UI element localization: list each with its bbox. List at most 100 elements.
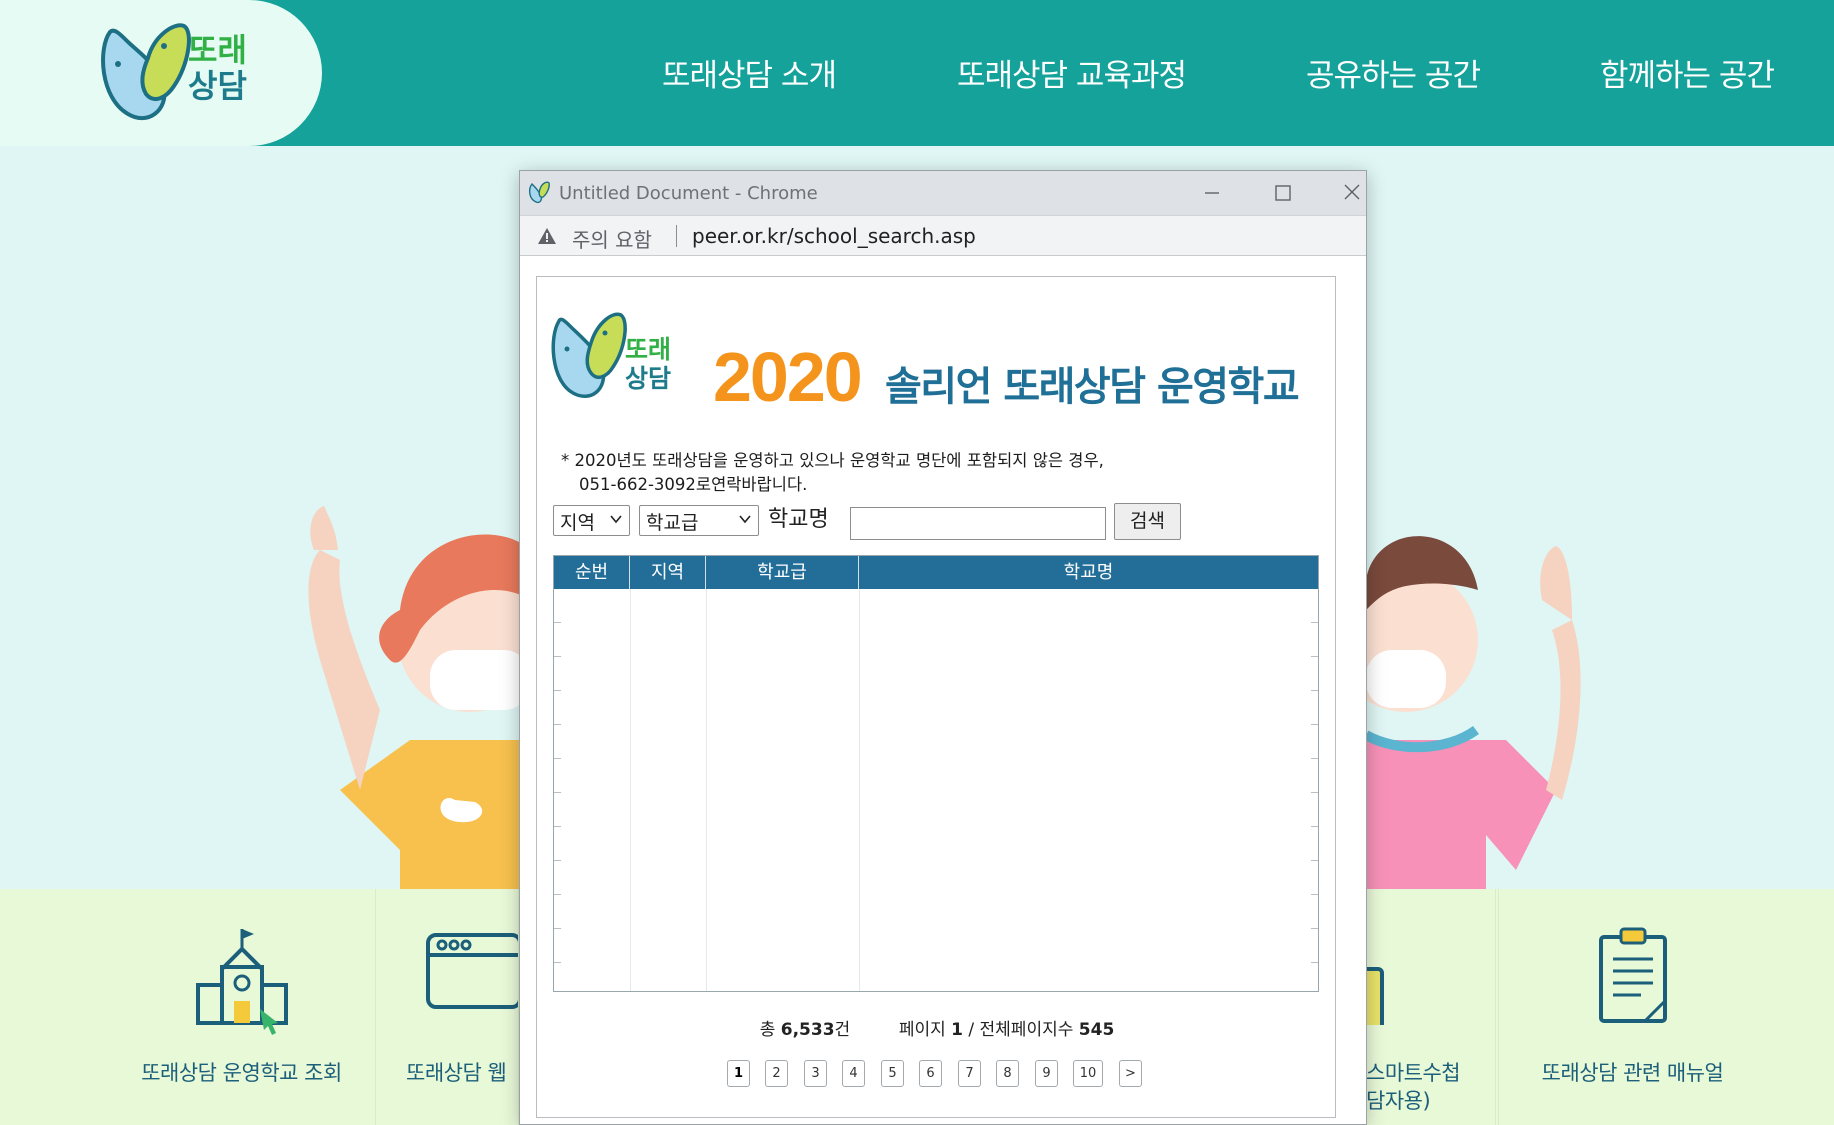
maximize-icon bbox=[1275, 185, 1291, 201]
school-search-popup-window: Untitled Document - Chrome 주의 요함 peer.or… bbox=[519, 170, 1367, 1125]
row-tick bbox=[554, 724, 561, 725]
quick-link-web[interactable]: 또래상담 웹 bbox=[376, 889, 519, 1125]
app-logo-icon bbox=[528, 181, 550, 204]
page-button-8[interactable]: 8 bbox=[996, 1060, 1019, 1087]
result-stats: 총 6,533건 페이지 1 / 전체페이지수 545 bbox=[537, 1015, 1337, 1040]
quick-link-label: 또래상담 웹 bbox=[406, 1061, 507, 1085]
nav-together-space[interactable]: 함께하는 공간 bbox=[1600, 50, 1775, 95]
logo-area: 또래 상담 bbox=[0, 0, 322, 146]
page-label: 페이지 bbox=[898, 1020, 946, 1040]
minimize-icon bbox=[1205, 192, 1219, 194]
nav-intro[interactable]: 또래상담 소개 bbox=[662, 50, 837, 95]
column-header-school-name[interactable]: 학교명 bbox=[859, 556, 1318, 589]
school-results-table: 순번 지역 학교급 학교명 bbox=[553, 555, 1319, 992]
close-icon bbox=[1344, 184, 1360, 200]
security-warning-text[interactable]: 주의 요함 bbox=[572, 224, 652, 253]
quick-link-manual[interactable]: 또래상담 관련 매뉴얼 bbox=[1498, 889, 1766, 1125]
row-tick bbox=[1311, 894, 1318, 895]
total-pages-label: / 전체페이지수 bbox=[968, 1020, 1074, 1040]
page-button-6[interactable]: 6 bbox=[919, 1060, 942, 1087]
column-header-number[interactable]: 순번 bbox=[554, 556, 630, 589]
row-tick bbox=[554, 894, 561, 895]
warning-triangle-icon[interactable] bbox=[537, 227, 557, 245]
total-count: 6,533 bbox=[780, 1020, 835, 1040]
nav-shared-space[interactable]: 공유하는 공간 bbox=[1306, 50, 1481, 95]
column-divider bbox=[706, 589, 707, 991]
region-select[interactable]: 지역 bbox=[553, 505, 630, 536]
page-button-9[interactable]: 9 bbox=[1035, 1060, 1058, 1087]
close-button[interactable] bbox=[1332, 177, 1372, 209]
row-tick bbox=[554, 860, 561, 861]
address-bar[interactable]: 주의 요함 peer.or.kr/school_search.asp bbox=[520, 215, 1366, 256]
row-tick bbox=[554, 758, 561, 759]
quick-link-label-line2: 담자용) bbox=[1366, 1089, 1431, 1113]
web-window-icon bbox=[426, 933, 518, 1009]
address-separator bbox=[676, 225, 677, 247]
total-prefix: 총 bbox=[759, 1020, 776, 1040]
popup-logo-text-line2: 상담 bbox=[625, 364, 672, 393]
chevron-down-icon bbox=[610, 515, 622, 524]
quick-link-school-search[interactable]: 또래상담 운영학교 조회 bbox=[108, 889, 376, 1125]
row-tick bbox=[554, 656, 561, 657]
minimize-button[interactable] bbox=[1192, 177, 1232, 209]
quick-link-label: 또래상담 관련 매뉴얼 bbox=[1541, 1061, 1724, 1085]
nav-curriculum[interactable]: 또래상담 교육과정 bbox=[957, 50, 1187, 95]
column-header-region[interactable]: 지역 bbox=[630, 556, 706, 589]
page-button-5[interactable]: 5 bbox=[881, 1060, 904, 1087]
window-titlebar[interactable]: Untitled Document - Chrome bbox=[520, 171, 1366, 215]
row-tick bbox=[554, 928, 561, 929]
current-page: 1 bbox=[951, 1020, 963, 1040]
table-header: 순번 지역 학교급 학교명 bbox=[554, 556, 1318, 589]
row-tick bbox=[1311, 962, 1318, 963]
maximize-button[interactable] bbox=[1262, 177, 1302, 209]
clipboard-icon bbox=[1598, 927, 1667, 1023]
page-button-7[interactable]: 7 bbox=[958, 1060, 981, 1087]
total-pages: 545 bbox=[1078, 1020, 1115, 1040]
school-level-select-value: 학교급 bbox=[646, 512, 699, 534]
page-button-2[interactable]: 2 bbox=[765, 1060, 788, 1087]
next-page-button[interactable]: > bbox=[1119, 1060, 1142, 1087]
row-tick bbox=[1311, 724, 1318, 725]
total-suffix: 건 bbox=[834, 1020, 851, 1040]
row-tick bbox=[1311, 656, 1318, 657]
column-header-school-level[interactable]: 학교급 bbox=[706, 556, 859, 589]
notice-text: * 2020년도 또래상담을 운영하고 있으나 운영학교 명단에 포함되지 않은… bbox=[561, 449, 1104, 497]
school-name-input[interactable] bbox=[850, 507, 1106, 540]
row-tick bbox=[554, 962, 561, 963]
row-tick bbox=[1311, 792, 1318, 793]
row-tick bbox=[1311, 758, 1318, 759]
page-button-3[interactable]: 3 bbox=[804, 1060, 827, 1087]
row-tick bbox=[1311, 928, 1318, 929]
top-navigation-bar: 또래 상담 또래상담 소개 또래상담 교육과정 공유하는 공간 함께하는 공간 bbox=[0, 0, 1834, 146]
logo-text-line1: 또래 bbox=[188, 31, 247, 69]
row-tick bbox=[554, 622, 561, 623]
notice-line-1: * 2020년도 또래상담을 운영하고 있으나 운영학교 명단에 포함되지 않은… bbox=[561, 451, 1104, 470]
quick-link-label: 스마트수첩 bbox=[1366, 1061, 1461, 1085]
quick-link-smart-notebook[interactable]: 스마트수첩 담자용) bbox=[1366, 889, 1496, 1125]
popup-logo-text-line1: 또래 bbox=[625, 335, 672, 364]
school-level-select[interactable]: 학교급 bbox=[639, 505, 759, 536]
row-tick bbox=[1311, 826, 1318, 827]
page-button-10[interactable]: 10 bbox=[1073, 1060, 1103, 1087]
school-icon bbox=[195, 929, 288, 1035]
row-tick bbox=[1311, 860, 1318, 861]
row-tick bbox=[1311, 622, 1318, 623]
column-divider bbox=[859, 589, 860, 991]
logo-text-line2: 상담 bbox=[188, 67, 247, 105]
row-tick bbox=[554, 826, 561, 827]
url-text[interactable]: peer.or.kr/school_search.asp bbox=[692, 224, 976, 248]
page-button-1[interactable]: 1 bbox=[727, 1060, 750, 1087]
window-title: Untitled Document - Chrome bbox=[559, 183, 818, 204]
popup-content-frame: 또래 상담 2020 솔리언 또래상담 운영학교 * 2020년도 또래상담을 … bbox=[536, 276, 1336, 1118]
row-tick bbox=[554, 792, 561, 793]
page-title: 솔리언 또래상담 운영학교 bbox=[885, 364, 1300, 410]
smart-notebook-icon bbox=[1366, 967, 1384, 1025]
row-tick bbox=[554, 690, 561, 691]
year-title: 2020 bbox=[713, 338, 863, 416]
quick-link-label: 또래상담 운영학교 조회 bbox=[141, 1061, 342, 1085]
search-button[interactable]: 검색 bbox=[1114, 503, 1181, 540]
chevron-down-icon bbox=[739, 515, 751, 524]
school-name-label: 학교명 bbox=[768, 507, 829, 532]
page-button-4[interactable]: 4 bbox=[842, 1060, 865, 1087]
column-divider bbox=[630, 589, 631, 991]
